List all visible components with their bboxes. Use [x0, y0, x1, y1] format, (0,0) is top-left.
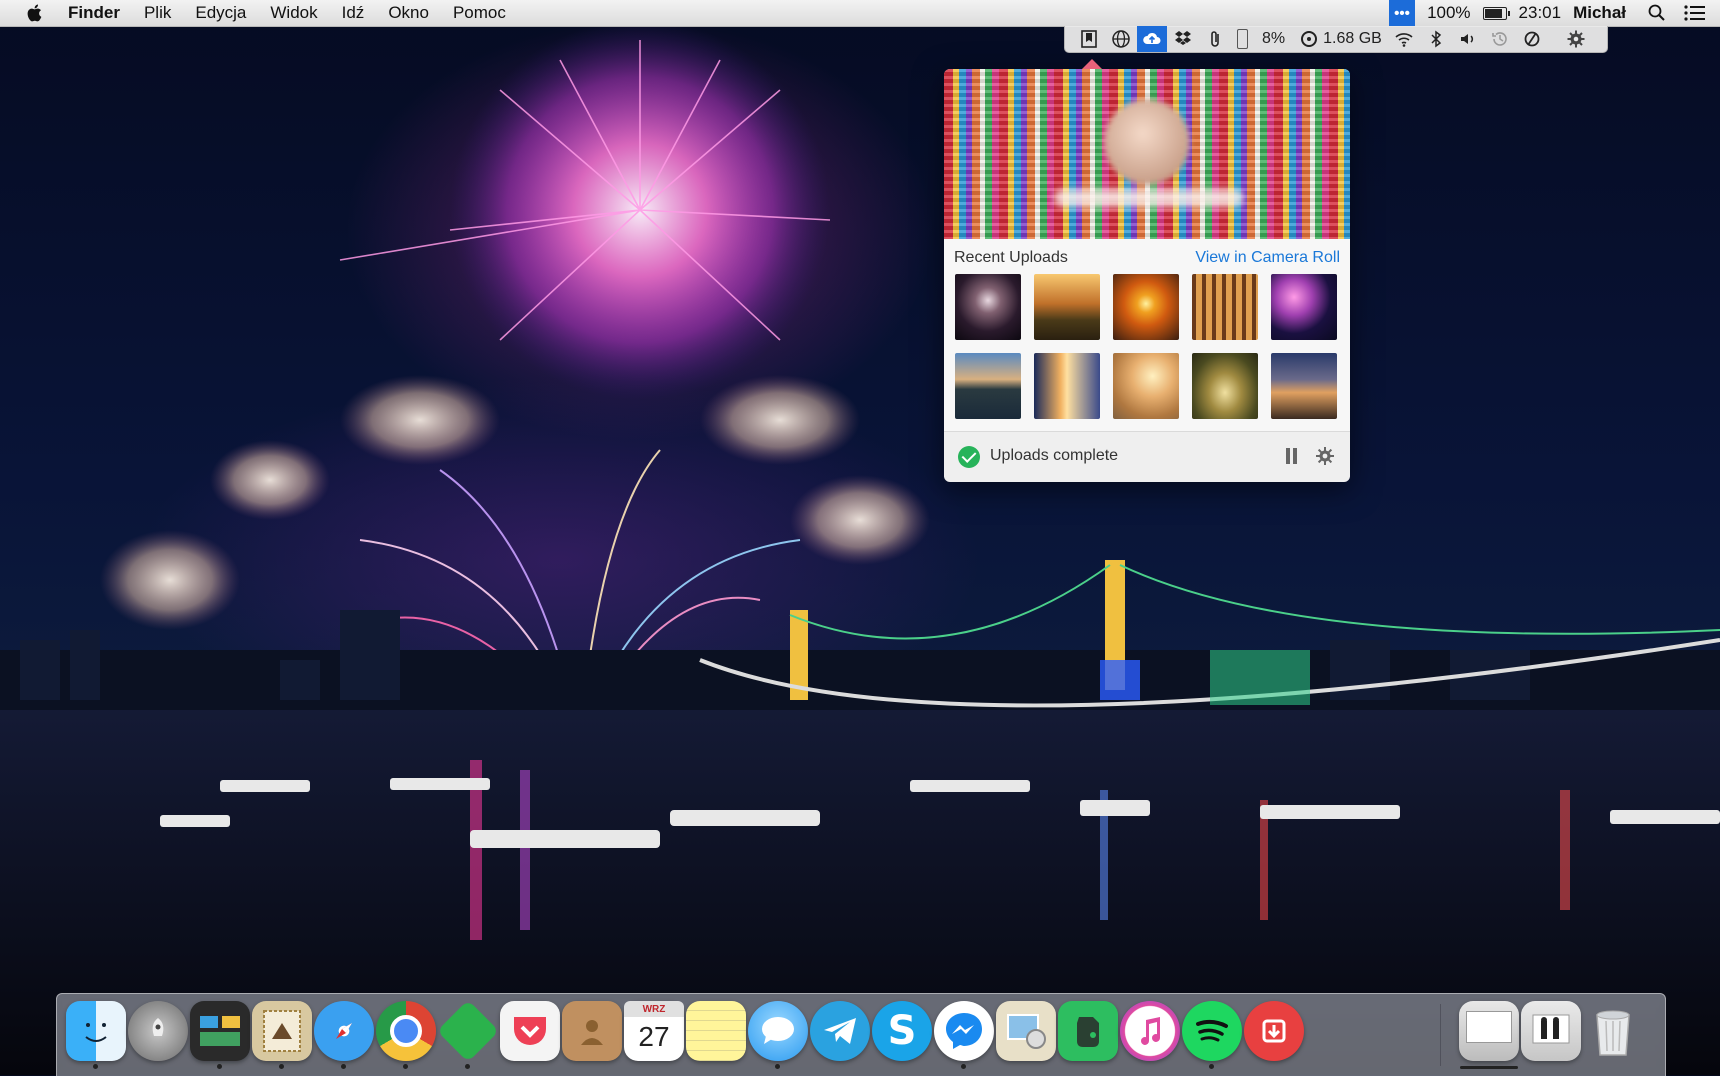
- globe-icon[interactable]: [1105, 26, 1137, 52]
- clock[interactable]: 23:01: [1519, 3, 1562, 23]
- memory-value[interactable]: 1.68 GB: [1321, 26, 1388, 52]
- telegram-dock-icon[interactable]: [810, 1001, 870, 1061]
- contacts-dock-icon[interactable]: [562, 1001, 622, 1061]
- avatar: [1104, 99, 1190, 185]
- spotify-dock-icon[interactable]: [1182, 1001, 1242, 1069]
- spotlight-icon[interactable]: [1648, 4, 1666, 22]
- paperclip-icon[interactable]: [1199, 26, 1231, 52]
- itunes-dock-icon[interactable]: [1120, 1001, 1180, 1061]
- notification-center-icon[interactable]: [1684, 4, 1706, 22]
- menu-plik[interactable]: Plik: [144, 3, 171, 23]
- applications-folder-dock-icon[interactable]: [1459, 1001, 1519, 1069]
- desktop-wallpaper: [0, 0, 1720, 1075]
- cloud-upload-icon[interactable]: [1137, 26, 1167, 52]
- calendar-month: WRZ: [624, 1001, 684, 1017]
- battery-icon[interactable]: [1482, 6, 1510, 20]
- popover-footer: Uploads complete: [944, 431, 1350, 482]
- upload-thumbnail[interactable]: [955, 353, 1021, 419]
- menu-bar: Finder Plik Edycja Widok Idź Okno Pomoc …: [0, 0, 1720, 27]
- evernote-dock-icon[interactable]: [1058, 1001, 1118, 1061]
- upload-thumbnail[interactable]: [955, 274, 1021, 340]
- upload-thumbnail[interactable]: [1271, 353, 1337, 419]
- upload-thumbnail[interactable]: [1034, 353, 1100, 419]
- view-camera-roll-link[interactable]: View in Camera Roll: [1195, 249, 1340, 267]
- preview-dock-icon[interactable]: [996, 1001, 1056, 1061]
- check-icon: [958, 446, 980, 468]
- transmit-dock-icon[interactable]: [1244, 1001, 1304, 1061]
- bookmark-icon[interactable]: [1073, 26, 1105, 52]
- documents-stack-dock-icon[interactable]: [1521, 1001, 1581, 1061]
- profile-name-blurred: [1054, 189, 1244, 207]
- recent-uploads-title: Recent Uploads: [954, 249, 1068, 266]
- menu-widok[interactable]: Widok: [270, 3, 317, 23]
- time-machine-icon[interactable]: [1484, 26, 1516, 52]
- upload-thumbnail[interactable]: [1113, 353, 1179, 419]
- gear-icon[interactable]: [1560, 26, 1592, 52]
- messenger-dock-icon[interactable]: [934, 1001, 994, 1069]
- wifi-icon[interactable]: [1388, 26, 1420, 52]
- menu-okno[interactable]: Okno: [388, 3, 429, 23]
- messages-dock-icon[interactable]: [748, 1001, 808, 1069]
- upload-thumbnail[interactable]: [1192, 353, 1258, 419]
- cpu-percent[interactable]: 8%: [1254, 26, 1293, 52]
- upload-thumbnail[interactable]: [1271, 274, 1337, 340]
- finder-dock-icon[interactable]: [66, 1001, 126, 1069]
- menu-app-name[interactable]: Finder: [68, 3, 120, 23]
- dock: WRZ 27 S: [56, 993, 1666, 1076]
- menu-pomoc[interactable]: Pomoc: [453, 3, 506, 23]
- status-overflow-button[interactable]: •••: [1389, 0, 1416, 26]
- upload-status-text: Uploads complete: [990, 447, 1119, 464]
- dock-separator: [1440, 1004, 1441, 1066]
- settings-gear-icon[interactable]: [1315, 446, 1335, 466]
- user-menu[interactable]: Michał: [1573, 3, 1626, 23]
- safari-dock-icon[interactable]: [314, 1001, 374, 1069]
- calendar-dock-icon[interactable]: WRZ 27: [624, 1001, 684, 1061]
- apple-icon[interactable]: [24, 2, 46, 24]
- profile-header-image: [944, 69, 1350, 239]
- pocket-dock-icon[interactable]: [500, 1001, 560, 1061]
- disk-icon[interactable]: [1293, 26, 1321, 52]
- mission-control-dock-icon[interactable]: [190, 1001, 250, 1069]
- menu-idz[interactable]: Idź: [342, 3, 365, 23]
- uploads-popover: Recent Uploads View in Camera Roll Uploa…: [944, 59, 1350, 482]
- feedly-dock-icon[interactable]: [436, 999, 500, 1069]
- bluetooth-icon[interactable]: [1420, 26, 1452, 52]
- dropbox-icon[interactable]: [1167, 26, 1199, 52]
- menu-edycja[interactable]: Edycja: [195, 3, 246, 23]
- volume-icon[interactable]: [1452, 26, 1484, 52]
- notes-dock-icon[interactable]: [686, 1001, 746, 1061]
- chrome-dock-icon[interactable]: [376, 1001, 436, 1069]
- wallpaper-fireworks-image: [0, 20, 1720, 1075]
- upload-thumbnail[interactable]: [1113, 274, 1179, 340]
- launchpad-dock-icon[interactable]: [128, 1001, 188, 1061]
- battery-percent[interactable]: 100%: [1427, 3, 1470, 23]
- pause-icon[interactable]: [1285, 448, 1299, 464]
- status-tray: 8% 1.68 GB: [1064, 26, 1608, 53]
- mail-dock-icon[interactable]: [252, 1001, 312, 1069]
- battery-vertical-icon[interactable]: [1231, 26, 1254, 52]
- disable-icon[interactable]: [1516, 26, 1548, 52]
- upload-thumbnail[interactable]: [1034, 274, 1100, 340]
- skype-dock-icon[interactable]: S: [872, 1001, 932, 1061]
- calendar-day: 27: [638, 1021, 670, 1052]
- upload-thumbnail[interactable]: [1192, 274, 1258, 340]
- trash-dock-icon[interactable]: [1583, 1001, 1643, 1061]
